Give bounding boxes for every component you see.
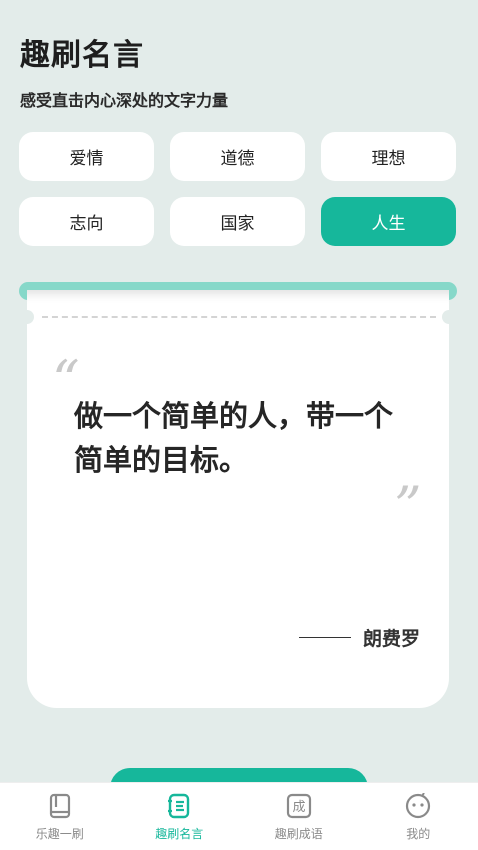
tab-label: 趣刷成语 bbox=[274, 827, 323, 841]
page-title: 趣刷名言 bbox=[20, 38, 144, 73]
idiom-icon-char: 成 bbox=[292, 800, 305, 815]
quote-text: 做一个简单的人，带一个简单的目标。 bbox=[74, 399, 394, 477]
author-name: 朗费罗 bbox=[362, 628, 420, 650]
card-dashed-divider bbox=[42, 316, 436, 318]
category-ideal[interactable]: 理想 bbox=[321, 132, 456, 181]
book-icon bbox=[49, 793, 70, 819]
tab-mine[interactable]: 我的 bbox=[359, 783, 478, 850]
page-subtitle: 感受直击内心深处的文字力量 bbox=[20, 91, 229, 110]
tab-label: 我的 bbox=[406, 827, 431, 841]
close-quote-icon: ” bbox=[394, 475, 422, 538]
card-notch-right bbox=[442, 310, 456, 324]
tab-famous-quotes[interactable]: 趣刷名言 bbox=[120, 783, 240, 850]
card-notch-left bbox=[20, 310, 34, 324]
author-dash-line bbox=[298, 637, 351, 638]
category-love[interactable]: 爱情 bbox=[19, 132, 154, 181]
bottom-tab-bar: 乐趣一刷 趣刷名言 成 趣刷成语 我的 bbox=[0, 782, 478, 850]
category-morality[interactable]: 道德 bbox=[170, 132, 305, 181]
tab-fun-swipe[interactable]: 乐趣一刷 bbox=[0, 783, 120, 850]
category-grid: 爱情 道德 理想 志向 国家 人生 bbox=[19, 132, 457, 246]
category-life[interactable]: 人生 bbox=[321, 197, 456, 246]
tab-label: 趣刷名言 bbox=[155, 827, 204, 841]
tab-idioms[interactable]: 成 趣刷成语 bbox=[239, 783, 359, 850]
idiom-icon: 成 bbox=[286, 793, 311, 819]
tab-label: 乐趣一刷 bbox=[35, 827, 84, 841]
category-ambition[interactable]: 志向 bbox=[19, 197, 154, 246]
quote-author: 朗费罗 bbox=[298, 624, 420, 651]
quote-list-icon bbox=[168, 793, 190, 819]
profile-face-icon bbox=[406, 793, 431, 819]
category-country[interactable]: 国家 bbox=[170, 197, 305, 246]
